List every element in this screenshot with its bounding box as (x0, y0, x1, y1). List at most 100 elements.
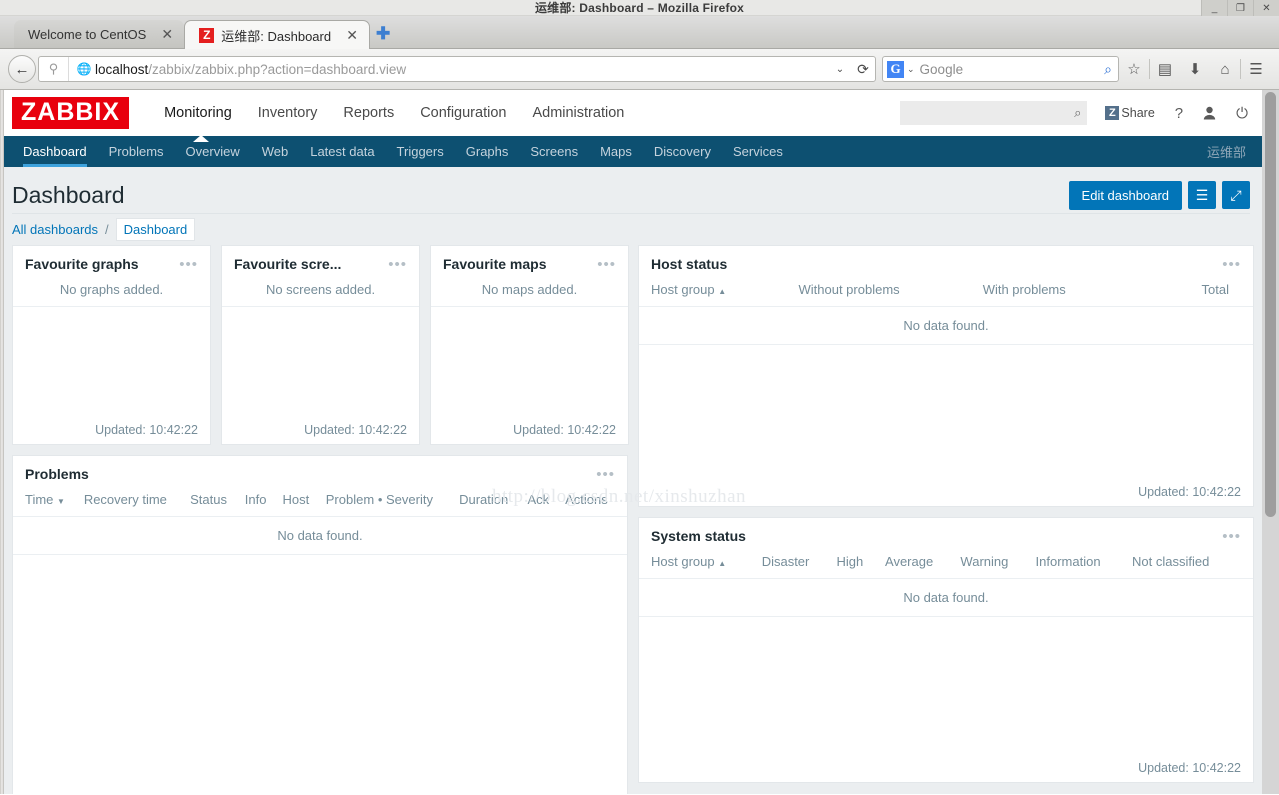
help-icon[interactable]: ? (1175, 105, 1183, 122)
bookmark-star-icon[interactable]: ☆ (1119, 54, 1149, 84)
column-header-not-classified[interactable]: Not classified (1126, 552, 1253, 579)
subnav-item-triggers[interactable]: Triggers (386, 136, 455, 167)
widget-menu-icon[interactable]: ••• (1222, 257, 1241, 272)
share-button[interactable]: Z Share (1105, 106, 1155, 120)
sign-out-icon[interactable]: ⏻ (1236, 105, 1248, 122)
google-search-engine-icon[interactable]: G (887, 60, 904, 78)
zabbix-logo[interactable]: ZABBIX (12, 97, 130, 129)
menu-item-administration[interactable]: Administration (519, 105, 637, 121)
table-header-row: Time ▼ Recovery time Status Info Host Pr… (13, 490, 627, 517)
subnav-item-services[interactable]: Services (722, 136, 794, 167)
subnav-item-screens[interactable]: Screens (519, 136, 589, 167)
reload-icon[interactable]: ⟳ (851, 61, 875, 78)
browser-search-input[interactable]: Google (920, 62, 1105, 77)
subnav-item-latest-data[interactable]: Latest data (299, 136, 385, 167)
column-header-host-group[interactable]: Host group ▲ (639, 280, 793, 307)
zabbix-header: ZABBIX Monitoring Inventory Reports Conf… (0, 90, 1262, 136)
page-scrollbar[interactable] (1262, 90, 1279, 794)
column-header-duration[interactable]: Duration (453, 490, 522, 517)
minimize-button[interactable]: _ (1201, 0, 1227, 16)
menu-item-inventory[interactable]: Inventory (245, 105, 331, 121)
menu-item-configuration[interactable]: Configuration (407, 105, 519, 121)
breadcrumb-separator: / (105, 222, 109, 237)
widget-header: System status ••• (639, 518, 1253, 552)
subnav-item-web[interactable]: Web (251, 136, 300, 167)
chevron-down-icon[interactable]: ⌄ (907, 64, 915, 75)
column-header-time[interactable]: Time ▼ (13, 490, 78, 517)
column-header-recovery-time[interactable]: Recovery time (77, 490, 185, 517)
hamburger-menu-icon[interactable]: ☰ (1241, 54, 1271, 84)
widget-menu-icon[interactable]: ••• (596, 467, 615, 482)
column-header-status[interactable]: Status (184, 490, 239, 517)
column-header-problem-severity[interactable]: Problem • Severity (319, 490, 454, 517)
subnav-item-maps[interactable]: Maps (589, 136, 643, 167)
url-bar[interactable]: ⚲ 🌐 localhost/zabbix/zabbix.php?action=d… (38, 56, 876, 82)
browser-tab-centos[interactable]: Welcome to CentOS ✕ (14, 20, 185, 48)
zabbix-search-input[interactable]: ⌕ (900, 101, 1088, 125)
window-controls: _ ❐ ✕ (1201, 0, 1279, 16)
column-header-without-problems[interactable]: Without problems (792, 280, 977, 307)
breadcrumb-current[interactable]: Dashboard (115, 218, 196, 241)
close-window-button[interactable]: ✕ (1253, 0, 1279, 16)
back-arrow-icon[interactable]: ← (8, 55, 36, 83)
widget-updated-time: Updated: 10:42:22 (304, 423, 407, 437)
column-header-with-problems[interactable]: With problems (976, 280, 1149, 307)
browser-tab-zabbix-dashboard[interactable]: Z 运维部: Dashboard ✕ (184, 20, 371, 49)
downloads-icon[interactable]: ⬇ (1180, 54, 1210, 84)
fullscreen-button[interactable]: ⤢ (1222, 181, 1250, 209)
search-icon[interactable]: ⌕ (1074, 105, 1081, 121)
url-host: localhost (95, 61, 149, 77)
scrollbar-thumb[interactable] (1265, 92, 1276, 517)
subnav-item-discovery[interactable]: Discovery (643, 136, 722, 167)
column-header-warning[interactable]: Warning (954, 552, 1030, 579)
dashboard-menu-button[interactable]: ☰ (1188, 181, 1216, 209)
url-dropdown-icon[interactable]: ⌄ (829, 64, 851, 75)
menu-item-monitoring[interactable]: Monitoring (151, 105, 245, 121)
no-data-message: No data found. (13, 516, 627, 555)
column-header-average[interactable]: Average (879, 552, 955, 579)
column-label: Host group (651, 554, 715, 569)
widget-menu-icon[interactable]: ••• (388, 257, 407, 272)
home-icon[interactable]: ⌂ (1210, 54, 1240, 84)
forward-arrow-icon[interactable]: ⚲ (39, 57, 69, 81)
dashboard-page-header: Dashboard Edit dashboard ☰ ⤢ (12, 167, 1250, 215)
column-header-host-group[interactable]: Host group ▲ (639, 552, 756, 579)
close-tab-icon[interactable]: ✕ (160, 26, 174, 43)
subnav-item-dashboard[interactable]: Dashboard (12, 136, 98, 167)
subnav-item-overview[interactable]: Overview (175, 136, 251, 167)
dashboard-column-right: Host status ••• Host group ▲ Without pro… (638, 245, 1254, 793)
column-header-ack[interactable]: Ack (521, 490, 560, 517)
column-header-high[interactable]: High (830, 552, 880, 579)
menu-item-reports[interactable]: Reports (330, 105, 407, 121)
browser-navbar: ← ⚲ 🌐 localhost/zabbix/zabbix.php?action… (0, 49, 1279, 90)
close-tab-icon[interactable]: ✕ (345, 27, 359, 44)
browser-search-bar[interactable]: G ⌄ Google ⌕ (882, 56, 1119, 82)
search-icon[interactable]: ⌕ (1104, 61, 1112, 78)
dashboard-column-left: Favourite graphs ••• No graphs added. Up… (12, 245, 629, 794)
user-profile-icon[interactable] (1203, 106, 1216, 120)
widget-menu-icon[interactable]: ••• (597, 257, 616, 272)
column-header-disaster[interactable]: Disaster (755, 552, 831, 579)
reading-list-icon[interactable]: ▤ (1150, 54, 1180, 84)
widget-body (13, 307, 210, 327)
column-header-actions[interactable]: Actions (559, 490, 627, 517)
subnav-item-problems[interactable]: Problems (98, 136, 175, 167)
column-header-info[interactable]: Info (238, 490, 277, 517)
share-badge-icon: Z (1105, 106, 1120, 120)
widget-menu-icon[interactable]: ••• (179, 257, 198, 272)
maximize-button[interactable]: ❐ (1227, 0, 1253, 16)
widget-menu-icon[interactable]: ••• (1222, 529, 1241, 544)
column-header-information[interactable]: Information (1029, 552, 1127, 579)
table-header-row: Host group ▲ Disaster High Average Warni… (639, 552, 1253, 579)
widget-title: Host status (651, 256, 728, 272)
column-header-total[interactable]: Total (1148, 280, 1253, 307)
share-label: Share (1121, 106, 1155, 120)
table-header-row: Host group ▲ Without problems With probl… (639, 280, 1253, 307)
breadcrumb-all-dashboards[interactable]: All dashboards (12, 222, 98, 237)
widget-empty-message: No screens added. (222, 280, 419, 307)
column-header-host[interactable]: Host (276, 490, 320, 517)
subnav-item-graphs[interactable]: Graphs (455, 136, 520, 167)
edit-dashboard-button[interactable]: Edit dashboard (1068, 180, 1182, 210)
new-tab-button[interactable]: ✚ (370, 20, 396, 48)
current-user-label[interactable]: 运维部 (1207, 136, 1262, 167)
